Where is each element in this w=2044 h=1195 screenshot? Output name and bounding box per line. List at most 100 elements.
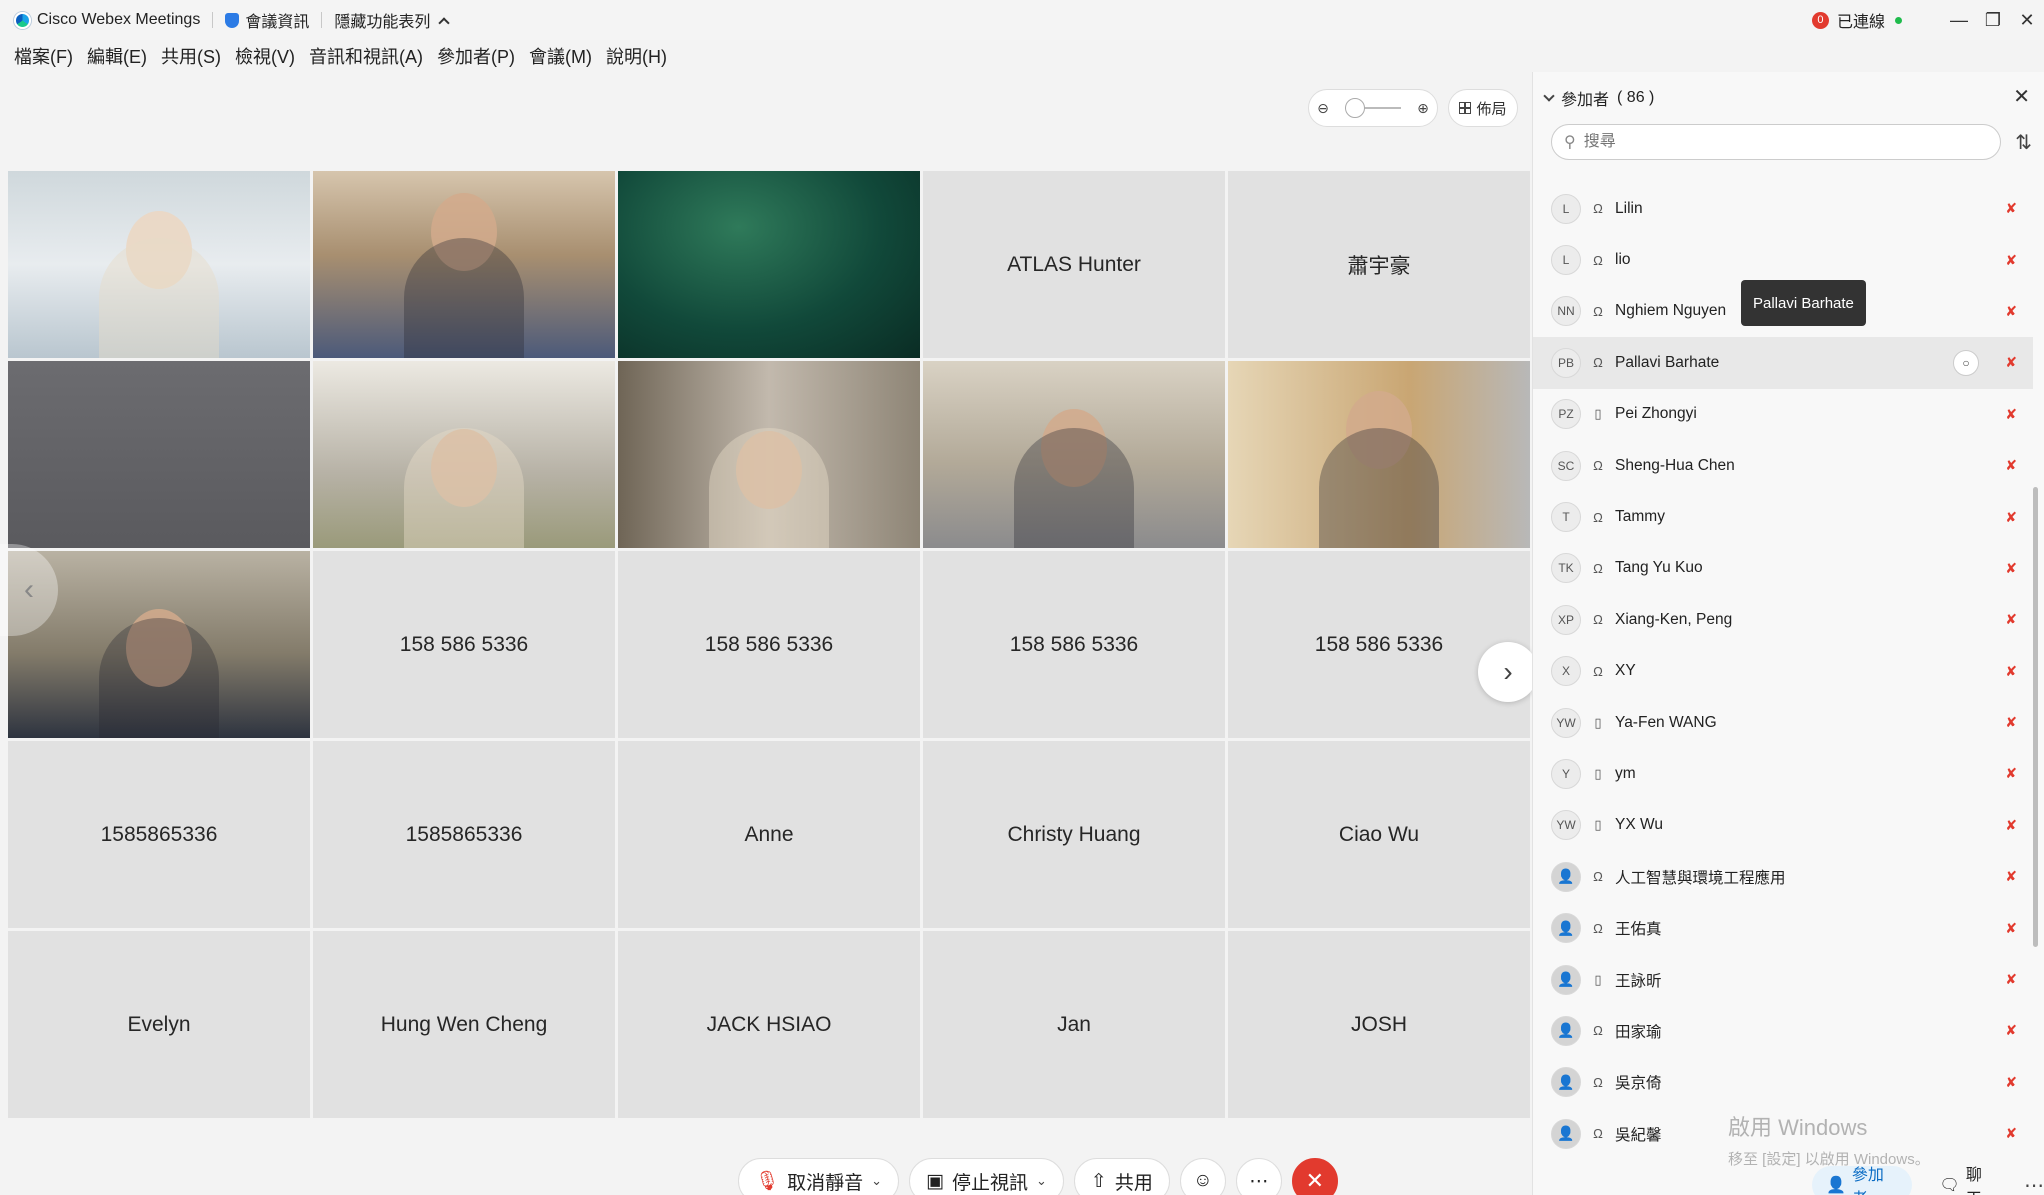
- video-tile[interactable]: [313, 361, 615, 548]
- scrollbar[interactable]: [2033, 487, 2038, 947]
- close-panel-icon[interactable]: ✕: [2013, 84, 2030, 109]
- participant-tile[interactable]: JACK HSIAO: [618, 931, 920, 1118]
- zoom-slider[interactable]: [1344, 98, 1401, 118]
- chat-bubble-icon[interactable]: ○: [1953, 349, 1979, 376]
- participant-tile[interactable]: 1585865336: [313, 741, 615, 928]
- close-window-button[interactable]: ✕: [2010, 0, 2044, 40]
- hide-menu-button[interactable]: 隱藏功能表列: [334, 8, 451, 32]
- participant-row[interactable]: TK Ω Tang Yu Kuo ✘: [1533, 543, 2033, 594]
- participant-row[interactable]: 👤 Ω 人工智慧與環境工程應用 ✘: [1533, 851, 2033, 902]
- participant-row[interactable]: SC Ω Sheng-Hua Chen ✘: [1533, 440, 2033, 491]
- participant-row[interactable]: 👤 ▯ 王詠昕 ✘: [1533, 954, 2033, 1005]
- participant-row[interactable]: 👤 Ω 吳京倚 ✘: [1533, 1057, 2033, 1108]
- participants-tab[interactable]: 👤 參加者: [1812, 1166, 1912, 1195]
- participant-tile[interactable]: 158 586 5336: [1228, 551, 1530, 738]
- menu-help[interactable]: 說明(H): [606, 43, 667, 69]
- participant-tile[interactable]: 158 586 5336: [923, 551, 1225, 738]
- video-tile[interactable]: [313, 171, 615, 358]
- muted-mic-icon[interactable]: ✘: [2005, 509, 2017, 526]
- unmute-button[interactable]: 🎙 取消靜音 ⌄: [738, 1158, 900, 1195]
- muted-mic-icon[interactable]: ✘: [2005, 868, 2017, 885]
- participant-tile[interactable]: Christy Huang: [923, 741, 1225, 928]
- layout-button[interactable]: 佈局: [1448, 89, 1518, 127]
- muted-mic-icon[interactable]: ✘: [2005, 663, 2017, 680]
- muted-mic-icon[interactable]: ✘: [2005, 920, 2017, 937]
- video-tile[interactable]: [8, 361, 310, 548]
- muted-mic-icon[interactable]: ✘: [2005, 1074, 2017, 1091]
- participant-row[interactable]: 👤 Ω 田家瑜 ✘: [1533, 1005, 2033, 1056]
- menu-edit[interactable]: 編輯(E): [87, 43, 147, 69]
- participant-row[interactable]: PB Ω Pallavi Barhate ○ ✘: [1533, 337, 2033, 389]
- stop-video-button[interactable]: ▣ 停止視訊 ⌄: [909, 1158, 1064, 1195]
- participant-tile[interactable]: 158 586 5336: [618, 551, 920, 738]
- participant-row[interactable]: L Ω Lilin ✘: [1533, 183, 2033, 234]
- muted-mic-icon[interactable]: ✘: [2005, 714, 2017, 731]
- zoom-slider-knob[interactable]: [1344, 98, 1365, 118]
- participant-tile[interactable]: 158 586 5336: [313, 551, 615, 738]
- participant-row[interactable]: Y ▯ ym ✘: [1533, 748, 2033, 799]
- menu-audio-video[interactable]: 音訊和視訊(A): [309, 43, 423, 69]
- menu-view[interactable]: 檢視(V): [235, 43, 295, 69]
- zoom-control[interactable]: ⊖ ⊕: [1308, 89, 1438, 127]
- participant-row[interactable]: YW ▯ YX Wu ✘: [1533, 800, 2033, 851]
- chevron-down-icon[interactable]: ⌄: [1036, 1173, 1047, 1189]
- video-tile[interactable]: [923, 361, 1225, 548]
- video-tile[interactable]: [618, 171, 920, 358]
- participant-row[interactable]: PZ ▯ Pei Zhongyi ✘: [1533, 389, 2033, 440]
- chevron-down-icon[interactable]: ⌄: [871, 1173, 882, 1189]
- participant-tile[interactable]: 蕭宇豪: [1228, 171, 1530, 358]
- menu-meeting[interactable]: 會議(M): [529, 43, 592, 69]
- leave-meeting-button[interactable]: ✕: [1291, 1158, 1338, 1195]
- minimize-button[interactable]: —: [1942, 0, 1976, 40]
- participant-row[interactable]: XP Ω Xiang-Ken, Peng ✘: [1533, 594, 2033, 645]
- menu-share[interactable]: 共用(S): [161, 43, 221, 69]
- participant-tile[interactable]: Jan: [923, 931, 1225, 1118]
- participant-tile[interactable]: Evelyn: [8, 931, 310, 1118]
- video-tile[interactable]: [618, 361, 920, 548]
- muted-mic-icon[interactable]: ✘: [2005, 200, 2017, 217]
- zoom-in-icon[interactable]: ⊕: [1417, 100, 1429, 117]
- participant-row[interactable]: 👤 Ω 王佑真 ✘: [1533, 902, 2033, 953]
- muted-mic-icon[interactable]: ✘: [2005, 611, 2017, 628]
- search-input[interactable]: [1583, 133, 1964, 151]
- meeting-info-button[interactable]: 會議資訊: [225, 8, 309, 32]
- muted-mic-icon[interactable]: ✘: [2005, 971, 2017, 988]
- menu-participant[interactable]: 參加者(P): [437, 43, 515, 69]
- share-button[interactable]: ⇧ 共用: [1073, 1158, 1170, 1195]
- muted-mic-icon[interactable]: ✘: [2005, 560, 2017, 577]
- participant-tile[interactable]: Ciao Wu: [1228, 741, 1530, 928]
- participant-row[interactable]: X Ω XY ✘: [1533, 646, 2033, 697]
- alert-badge[interactable]: 0: [1811, 11, 1829, 29]
- chevron-down-icon[interactable]: [1543, 90, 1555, 102]
- reactions-button[interactable]: ☺: [1179, 1158, 1226, 1195]
- sort-icon[interactable]: ⇅: [2015, 130, 2032, 155]
- muted-mic-icon[interactable]: ✘: [2005, 354, 2017, 371]
- video-tile[interactable]: [1228, 361, 1530, 548]
- next-page-button[interactable]: ›: [1478, 642, 1538, 702]
- more-panels-button[interactable]: ⋯: [2024, 1166, 2044, 1195]
- participant-row[interactable]: YW ▯ Ya-Fen WANG ✘: [1533, 697, 2033, 748]
- muted-mic-icon[interactable]: ✘: [2005, 1022, 2017, 1039]
- menu-file[interactable]: 檔案(F): [14, 43, 73, 69]
- muted-mic-icon[interactable]: ✘: [2005, 765, 2017, 782]
- participant-tile[interactable]: Anne: [618, 741, 920, 928]
- muted-mic-icon[interactable]: ✘: [2005, 303, 2017, 320]
- participant-tile[interactable]: JOSH: [1228, 931, 1530, 1118]
- muted-mic-icon[interactable]: ✘: [2005, 457, 2017, 474]
- participant-row[interactable]: L Ωlio ✘: [1533, 234, 2033, 285]
- muted-mic-icon[interactable]: ✘: [2005, 252, 2017, 269]
- chat-tab[interactable]: 🗨 聊天: [1926, 1166, 2010, 1195]
- participant-tile[interactable]: Hung Wen Cheng: [313, 931, 615, 1118]
- muted-mic-icon[interactable]: ✘: [2005, 1125, 2017, 1142]
- muted-mic-icon[interactable]: ✘: [2005, 817, 2017, 834]
- participant-row[interactable]: T Ω Tammy ✘: [1533, 491, 2033, 542]
- participant-tile[interactable]: ATLAS Hunter: [923, 171, 1225, 358]
- video-tile[interactable]: [8, 171, 310, 358]
- zoom-out-icon[interactable]: ⊖: [1317, 100, 1329, 117]
- more-options-button[interactable]: ⋯: [1235, 1158, 1282, 1195]
- participant-tile[interactable]: 1585865336: [8, 741, 310, 928]
- participant-search[interactable]: ⚲: [1551, 124, 2001, 160]
- restore-button[interactable]: ❐: [1976, 0, 2010, 40]
- participants-panel-header[interactable]: 參加者 ( 86 ): [1543, 86, 1654, 110]
- muted-mic-icon[interactable]: ✘: [2005, 406, 2017, 423]
